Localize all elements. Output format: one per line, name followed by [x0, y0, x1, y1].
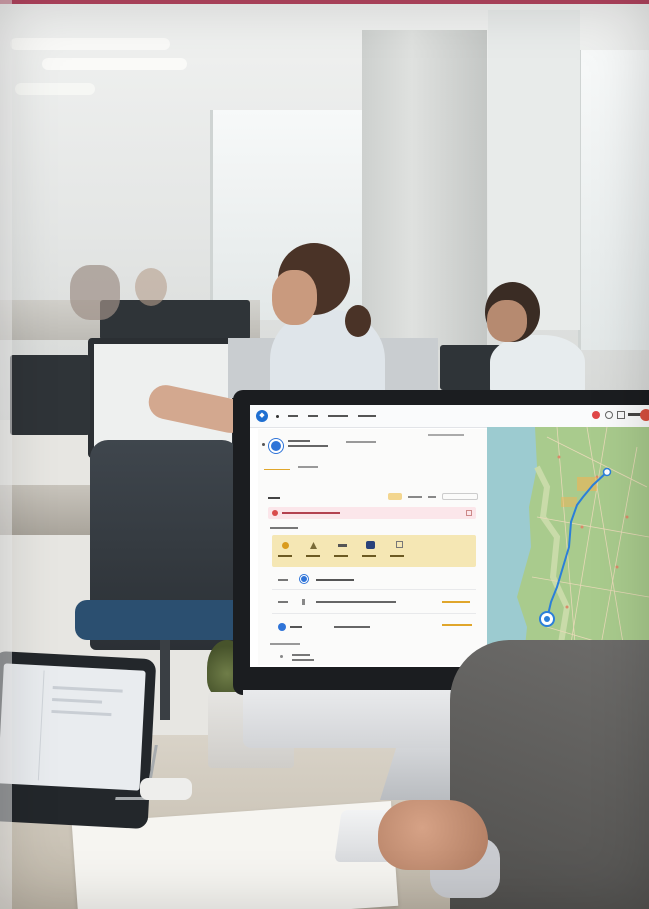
stop-label — [316, 601, 396, 603]
option-label — [278, 555, 292, 557]
nav-item-placeholder[interactable] — [358, 415, 376, 417]
route-subtitle-line — [288, 445, 328, 447]
map-land — [517, 427, 649, 667]
route-start-marker[interactable] — [602, 467, 612, 477]
person-ponytail — [345, 305, 371, 337]
top-accent-strip — [0, 0, 649, 4]
route-end-dot — [544, 616, 550, 622]
background-person — [490, 335, 585, 395]
settings-icon[interactable] — [605, 411, 613, 419]
route-map[interactable] — [487, 427, 649, 667]
monitor-screen: ◆ — [250, 405, 649, 667]
stop-action-link[interactable] — [442, 601, 470, 603]
route-panel — [258, 429, 488, 665]
notification-icon[interactable] — [592, 411, 600, 419]
app-logo-icon: ◆ — [256, 410, 268, 422]
panel-action-link[interactable] — [428, 434, 464, 436]
tablet-ui-line — [52, 697, 103, 704]
stop-time — [278, 601, 288, 603]
row-divider — [272, 589, 476, 590]
option-icon[interactable] — [338, 544, 347, 547]
ceiling-light — [10, 38, 170, 50]
map-svg — [517, 427, 649, 667]
tablet-ui-line — [51, 709, 112, 717]
background-monitor — [100, 300, 250, 340]
section-label — [270, 527, 298, 529]
office-pillar — [362, 30, 487, 350]
row-divider — [272, 613, 476, 614]
stop-label — [316, 579, 354, 581]
tab-details[interactable] — [298, 466, 318, 468]
person-face — [487, 300, 527, 342]
avatar[interactable] — [640, 409, 649, 421]
ceiling-light — [42, 58, 187, 70]
alert-text-line — [282, 512, 340, 514]
nav-dot — [276, 415, 279, 418]
tab-overview[interactable] — [264, 463, 290, 470]
alert-close-icon[interactable] — [466, 510, 472, 516]
office-window — [578, 50, 649, 350]
stop-label — [290, 626, 302, 628]
left-edge-overlay — [0, 0, 12, 909]
chair-post — [160, 640, 170, 720]
alert-icon — [272, 510, 278, 516]
section-label — [270, 643, 300, 645]
section-label — [268, 497, 280, 499]
stop-action-link[interactable] — [442, 624, 472, 626]
tablet-device — [0, 650, 157, 830]
ceiling-light — [15, 83, 95, 95]
option-label — [306, 555, 320, 557]
status-badge — [388, 493, 402, 500]
truck-icon[interactable] — [366, 541, 375, 549]
stop-detail — [334, 626, 370, 628]
chair-seat — [75, 600, 245, 640]
tablet-ui-line — [52, 685, 123, 693]
nav-item-placeholder[interactable] — [308, 415, 318, 417]
office-scene: ◆ — [0, 0, 649, 909]
person-hand — [378, 800, 488, 870]
distant-person — [135, 268, 167, 306]
meta-text — [428, 496, 436, 498]
distant-person — [70, 265, 120, 320]
mouse-pad — [140, 778, 192, 800]
list-item — [292, 654, 310, 656]
nav-item-placeholder[interactable] — [288, 415, 298, 417]
stop-time — [278, 579, 288, 581]
app-navbar: ◆ — [250, 405, 649, 428]
map-highlight-area — [561, 497, 577, 507]
grid-icon[interactable] — [617, 411, 625, 419]
route-pin-icon — [269, 439, 283, 453]
tablet-divider — [37, 670, 45, 781]
destination-pin-icon — [278, 623, 286, 631]
background-monitor — [10, 355, 90, 435]
back-icon[interactable] — [262, 443, 265, 446]
meta-text — [408, 496, 422, 498]
option-label — [362, 555, 376, 557]
route-meta-line — [346, 441, 376, 443]
option-label — [390, 555, 404, 557]
option-icon[interactable] — [396, 541, 403, 548]
stop-pin-icon — [300, 575, 308, 583]
stop-marker — [302, 599, 305, 605]
filter-dropdown[interactable] — [442, 493, 478, 500]
option-icon[interactable] — [282, 542, 289, 549]
nav-item-placeholder[interactable] — [328, 415, 348, 417]
route-title-line — [288, 440, 310, 442]
list-bullet — [280, 655, 283, 658]
alert-banner — [268, 507, 476, 519]
vehicle-options-bar — [272, 535, 476, 567]
wall-panel — [488, 10, 580, 330]
option-icon[interactable] — [310, 542, 317, 549]
option-label — [334, 555, 348, 557]
list-item — [292, 659, 314, 661]
person-face — [272, 270, 317, 325]
